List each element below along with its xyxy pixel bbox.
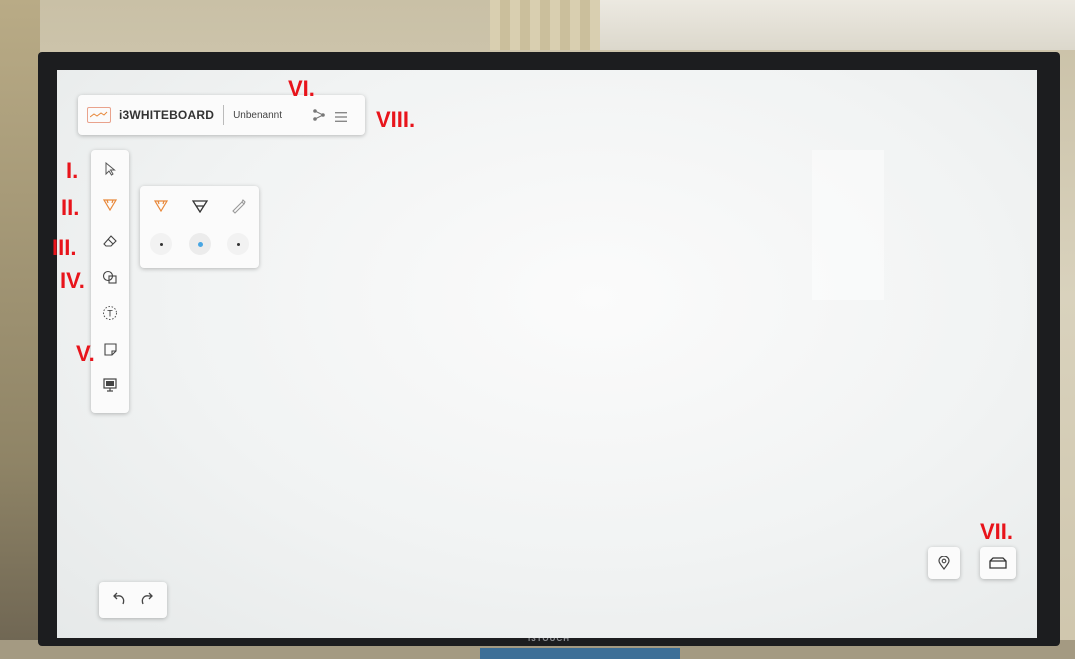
highlighter-option[interactable] xyxy=(224,192,252,220)
app-brand-name: i3WHITEBOARD xyxy=(119,108,215,122)
curtain xyxy=(490,0,600,50)
whiteboard-canvas[interactable]: i3WHITEBOARD Unbenannt T xyxy=(57,70,1037,638)
annotation-iii: III. xyxy=(52,235,77,260)
fox-pen-icon xyxy=(103,199,117,211)
undo-icon[interactable] xyxy=(111,591,127,612)
annotation-ii: II. xyxy=(61,195,80,220)
undo-redo-panel xyxy=(99,582,167,618)
top-bar: i3WHITEBOARD Unbenannt xyxy=(78,95,365,135)
blue-object xyxy=(480,648,680,659)
annotation-vi: VI. xyxy=(288,76,315,101)
redo-icon[interactable] xyxy=(139,591,155,612)
wall-left xyxy=(0,0,40,659)
pen-tool-button[interactable] xyxy=(91,190,129,220)
shapes-icon xyxy=(102,270,117,284)
annotation-v: V. xyxy=(76,341,95,366)
annotation-viii: VIII. xyxy=(376,107,416,132)
select-tool-button[interactable] xyxy=(91,154,129,184)
annotation-vii: VII. xyxy=(980,519,1014,544)
topbar-divider xyxy=(223,105,225,125)
hamburger-menu-icon[interactable] xyxy=(335,109,347,127)
folder-tray-icon xyxy=(989,557,1007,569)
annotation-iv: IV. xyxy=(60,268,85,293)
cursor-arrow-icon xyxy=(105,162,116,176)
pen-size-large[interactable] xyxy=(227,233,249,255)
highlighter-icon xyxy=(232,199,246,214)
left-toolbar: T xyxy=(91,150,129,413)
app-logo-icon xyxy=(87,107,111,123)
share-icon[interactable] xyxy=(312,108,326,127)
presentation-tool-button[interactable] xyxy=(91,370,129,400)
canvas-glare xyxy=(812,150,884,300)
pen-outline-icon xyxy=(192,199,208,213)
pen-size-medium[interactable] xyxy=(189,233,211,255)
text-tool-button[interactable]: T xyxy=(91,298,129,328)
eraser-icon xyxy=(103,235,117,247)
eraser-tool-button[interactable] xyxy=(91,226,129,256)
annotation-i: I. xyxy=(66,158,79,183)
document-title[interactable]: Unbenannt xyxy=(233,110,282,121)
text-icon: T xyxy=(103,306,117,320)
location-button[interactable] xyxy=(928,547,960,579)
window xyxy=(600,0,1075,50)
presentation-icon xyxy=(103,378,117,392)
svg-text:T: T xyxy=(107,309,113,319)
shapes-tool-button[interactable] xyxy=(91,262,129,292)
layers-button[interactable] xyxy=(980,547,1016,579)
outline-pen-option[interactable] xyxy=(186,192,214,220)
sticky-note-icon xyxy=(103,342,117,356)
location-pin-icon xyxy=(938,556,950,570)
fox-pen-option[interactable] xyxy=(147,192,175,220)
pen-options-panel xyxy=(140,186,259,268)
sticky-note-tool-button[interactable] xyxy=(91,334,129,364)
pen-size-small[interactable] xyxy=(150,233,172,255)
fox-pen-icon xyxy=(154,200,168,212)
